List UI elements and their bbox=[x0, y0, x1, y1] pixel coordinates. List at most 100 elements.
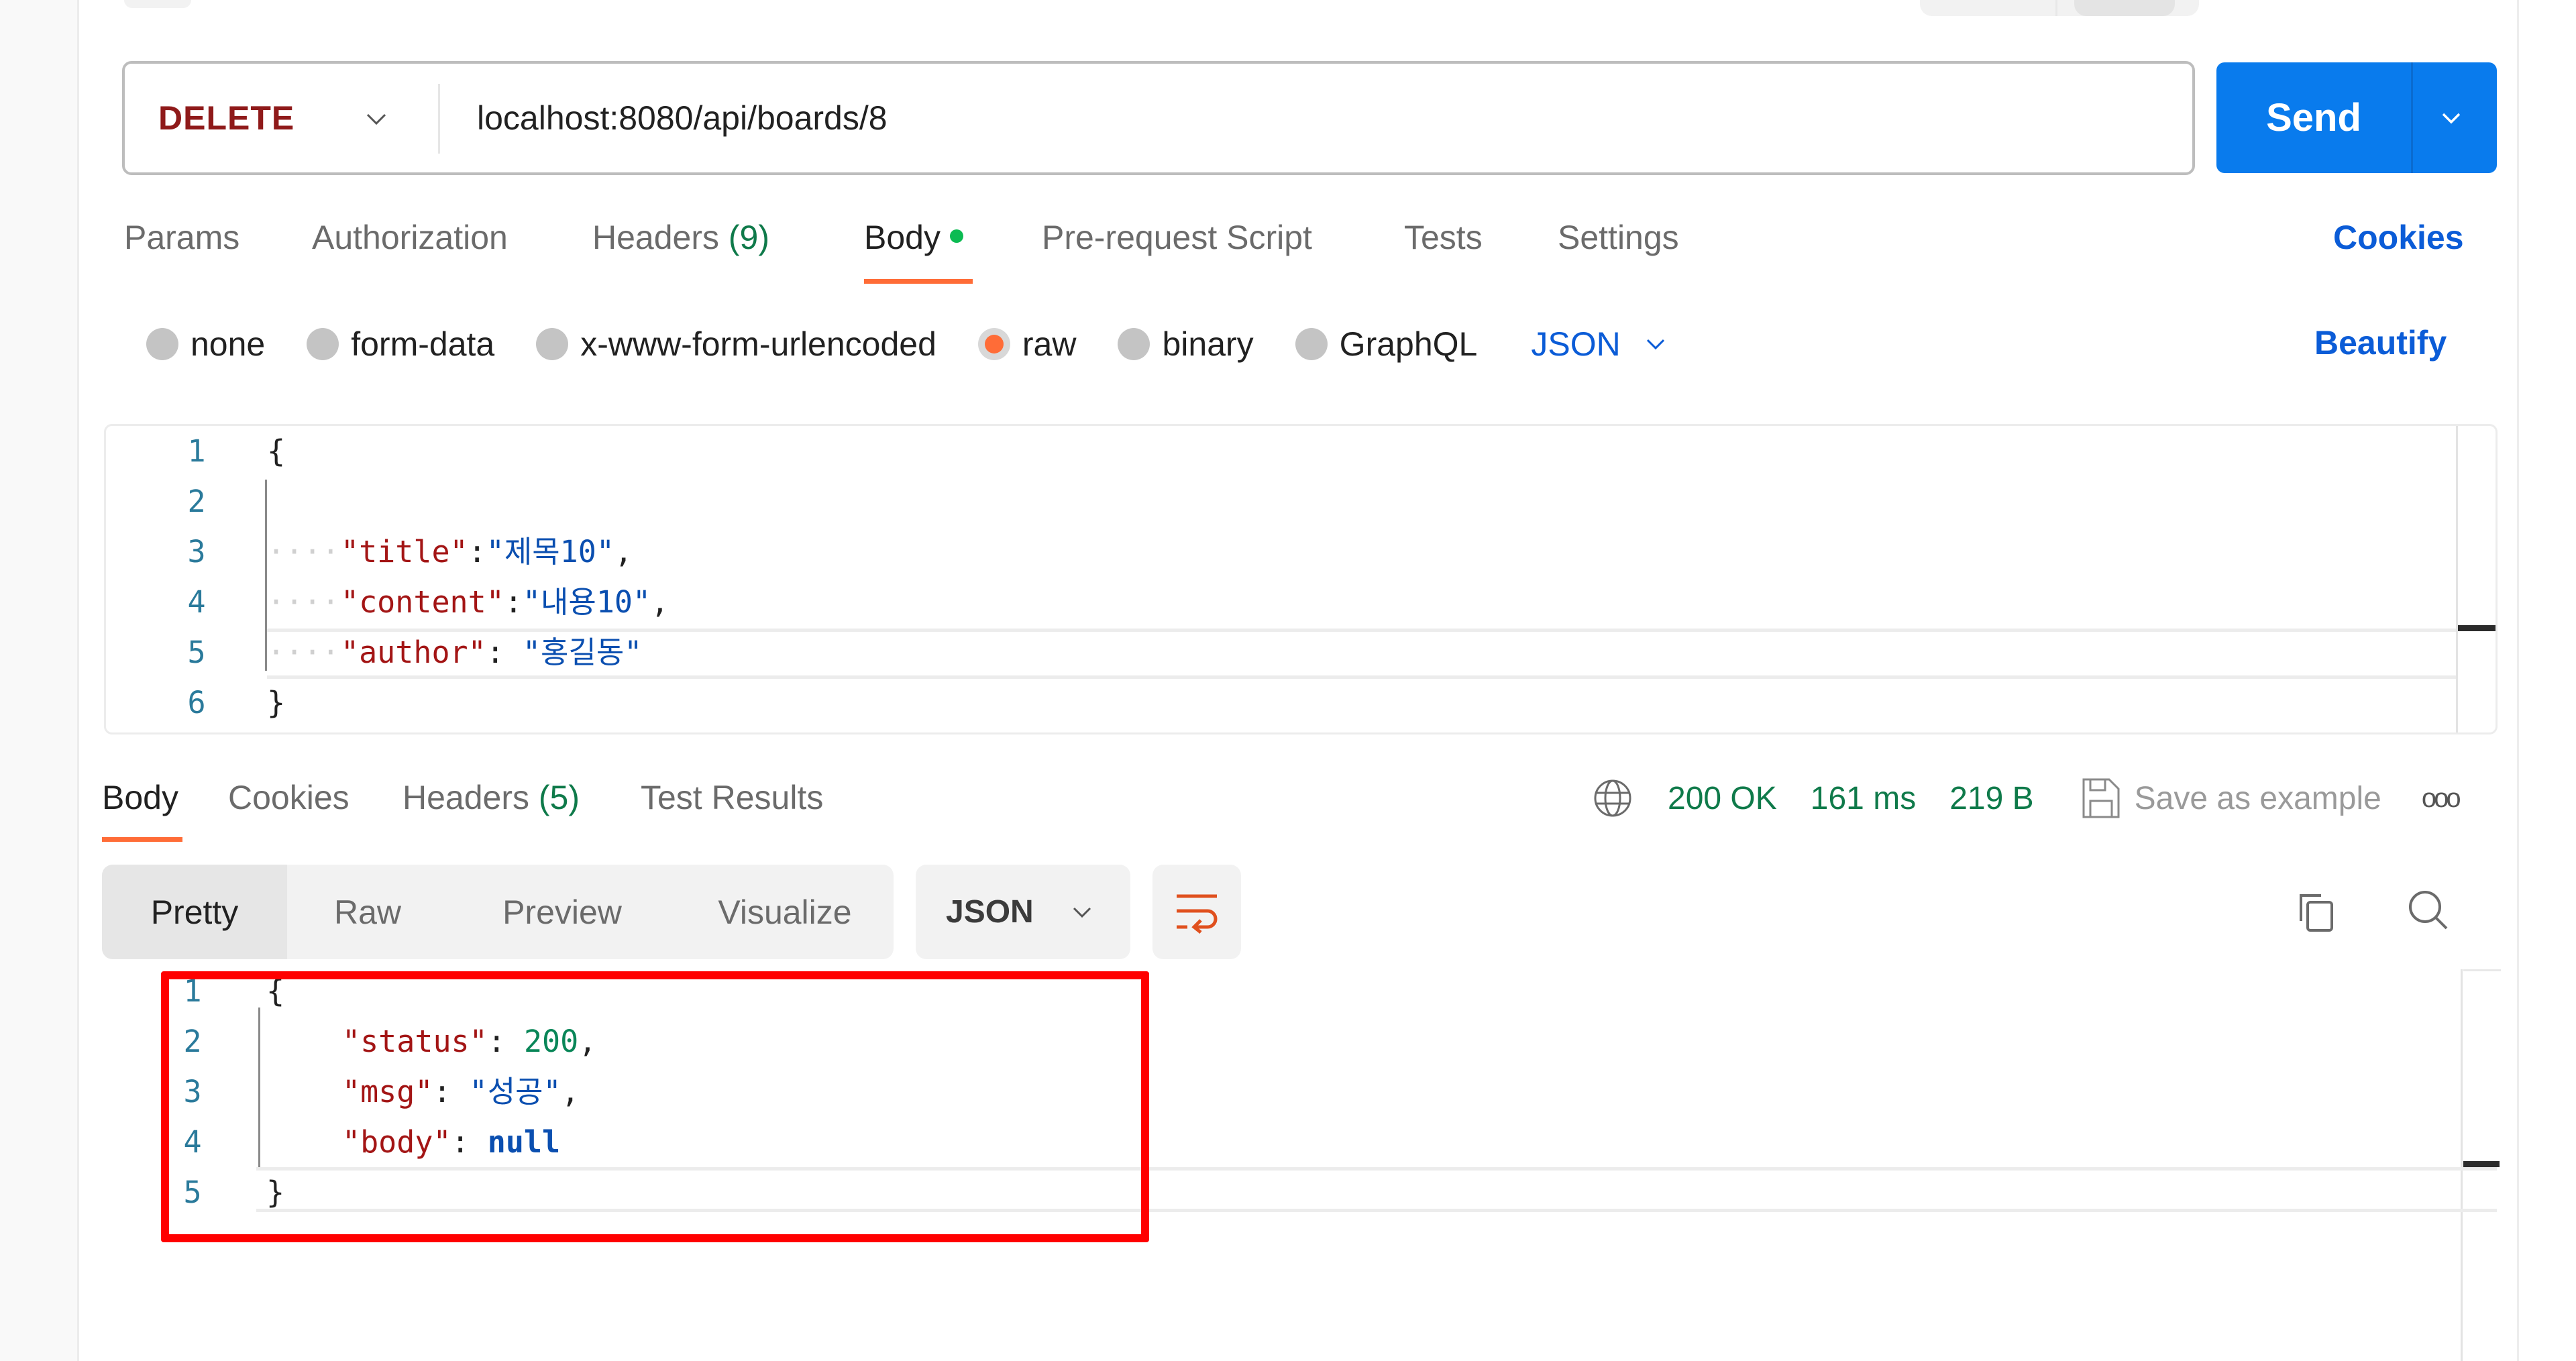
tab-tests[interactable]: Tests bbox=[1404, 218, 1483, 257]
line-number: 2 bbox=[187, 484, 206, 519]
radio-raw[interactable]: raw bbox=[977, 325, 1077, 364]
view-mode-pretty[interactable]: Pretty bbox=[102, 865, 287, 959]
tab-authorization[interactable]: Authorization bbox=[312, 218, 508, 257]
chevron-down-icon[interactable] bbox=[360, 103, 393, 136]
radio-form-data[interactable]: form-data bbox=[307, 325, 494, 364]
beautify-button[interactable]: Beautify bbox=[2314, 323, 2447, 362]
tab-pre-request-script[interactable]: Pre-request Script bbox=[1042, 218, 1312, 257]
url-input[interactable]: localhost:8080/api/boards/8 bbox=[477, 64, 888, 172]
top-toolbar-button[interactable] bbox=[124, 0, 191, 8]
radio-none[interactable]: none bbox=[146, 325, 265, 364]
headers-count: (5) bbox=[538, 779, 580, 816]
radio-button[interactable] bbox=[307, 328, 339, 360]
tab-headers[interactable]: Headers (9) bbox=[592, 218, 769, 257]
request-body-editor[interactable]: 1 {2 3 ···· "title":"제목10", 4 ···· "content":"내… bbox=[104, 424, 2498, 734]
format-label: JSON bbox=[946, 894, 1034, 930]
radio-binary[interactable]: binary bbox=[1118, 325, 1254, 364]
line-number: 2 bbox=[183, 1024, 202, 1059]
view-mode-segment: Pretty Raw Preview Visualize bbox=[102, 865, 894, 959]
view-mode-preview[interactable]: Preview bbox=[448, 865, 676, 959]
line-number: 1 bbox=[187, 433, 206, 469]
response-tab-cookies[interactable]: Cookies bbox=[228, 778, 350, 817]
response-tab-body[interactable]: Body bbox=[102, 778, 178, 817]
active-tab-underline bbox=[102, 837, 182, 842]
status-code[interactable]: 200 OK bbox=[1668, 780, 1777, 817]
radio-x-www-form-urlencoded[interactable]: x-www-form-urlencoded bbox=[536, 325, 936, 364]
tab-label: Headers bbox=[402, 779, 529, 816]
line-number: 6 bbox=[187, 685, 206, 720]
url-divider bbox=[438, 84, 440, 154]
body-type-radio-group: none form-data x-www-form-urlencoded raw… bbox=[146, 321, 1670, 368]
line-number: 4 bbox=[187, 584, 206, 620]
globe-icon[interactable] bbox=[1591, 777, 1634, 820]
radio-label: form-data bbox=[351, 325, 495, 363]
line-content: "status": 200, bbox=[342, 1016, 596, 1067]
json-separator: : bbox=[451, 1124, 488, 1160]
line-content: ···· "content":"내용10", bbox=[267, 577, 669, 627]
more-options-icon[interactable]: ooo bbox=[2422, 783, 2461, 814]
cookies-link[interactable]: Cookies bbox=[2333, 218, 2464, 257]
line-number: 4 bbox=[183, 1124, 202, 1160]
headers-count: (9) bbox=[728, 219, 770, 256]
wrap-lines-button[interactable] bbox=[1152, 865, 1241, 959]
right-panel-divider bbox=[2517, 0, 2519, 1361]
scrollbar-thumb[interactable] bbox=[2463, 1161, 2500, 1167]
response-time[interactable]: 161 ms bbox=[1811, 780, 1916, 817]
tab-label: Body bbox=[102, 779, 178, 816]
radio-label: x-www-form-urlencoded bbox=[580, 325, 936, 363]
json-key: "body" bbox=[342, 1124, 451, 1160]
radio-button[interactable] bbox=[1118, 328, 1150, 360]
json-trailing: , bbox=[614, 534, 633, 569]
response-tab-headers[interactable]: Headers (5) bbox=[402, 778, 580, 817]
radio-label: raw bbox=[1022, 325, 1077, 363]
view-mode-visualize[interactable]: Visualize bbox=[676, 865, 894, 959]
line-number: 5 bbox=[187, 635, 206, 670]
top-toggle[interactable] bbox=[2074, 0, 2175, 16]
json-value: "제목10" bbox=[486, 534, 614, 569]
response-tab-test-results[interactable]: Test Results bbox=[641, 778, 823, 817]
method-select[interactable]: DELETE bbox=[158, 64, 294, 172]
tab-settings[interactable]: Settings bbox=[1558, 218, 1679, 257]
save-as-example-button[interactable]: Save as example bbox=[2135, 780, 2381, 817]
radio-button[interactable] bbox=[1295, 328, 1328, 360]
tab-body[interactable]: Body bbox=[864, 218, 963, 257]
line-content: "msg": "성공", bbox=[342, 1067, 580, 1117]
radio-button[interactable] bbox=[536, 328, 569, 360]
view-mode-raw[interactable]: Raw bbox=[287, 865, 448, 959]
left-sidebar bbox=[0, 0, 79, 1361]
send-button[interactable]: Send bbox=[2216, 62, 2411, 173]
radio-graphql[interactable]: GraphQL bbox=[1295, 325, 1478, 364]
tab-label: Body bbox=[864, 219, 941, 256]
json-key: "status" bbox=[342, 1024, 488, 1059]
copy-icon[interactable] bbox=[2294, 889, 2341, 936]
radio-label: GraphQL bbox=[1339, 325, 1478, 363]
scrollbar-track[interactable] bbox=[2456, 426, 2458, 732]
line-number: 3 bbox=[187, 534, 206, 569]
json-value: 200 bbox=[523, 1024, 579, 1059]
raw-format-select[interactable]: JSON bbox=[1531, 325, 1670, 364]
json-key: "content" bbox=[341, 584, 504, 620]
line-content: { bbox=[266, 973, 285, 1009]
response-body-viewer[interactable]: 1 {2 "status": 200, 3 "msg": "성공", 4 "body": n… bbox=[102, 966, 2501, 1361]
response-format-select[interactable]: JSON bbox=[916, 865, 1130, 959]
json-value: "홍길동" bbox=[522, 635, 643, 670]
scrollbar-cap bbox=[2463, 969, 2501, 971]
line-content: "body": null bbox=[342, 1117, 560, 1167]
json-key: "msg" bbox=[342, 1074, 433, 1109]
radio-button[interactable] bbox=[146, 328, 178, 360]
tab-params[interactable]: Params bbox=[124, 218, 239, 257]
radio-button-selected[interactable] bbox=[977, 328, 1010, 360]
json-key: "author" bbox=[341, 635, 486, 670]
scrollbar-thumb[interactable] bbox=[2458, 625, 2496, 631]
json-key: "title" bbox=[341, 534, 468, 569]
search-icon[interactable] bbox=[2405, 887, 2452, 934]
chevron-down-icon[interactable] bbox=[2432, 99, 2470, 137]
response-size[interactable]: 219 B bbox=[1949, 780, 2033, 817]
line-number: 3 bbox=[183, 1074, 202, 1109]
line-content: ···· "title":"제목10", bbox=[267, 527, 633, 577]
send-button-group: Send bbox=[2216, 62, 2497, 173]
indent-guide bbox=[258, 1008, 260, 1167]
send-divider bbox=[2411, 62, 2413, 173]
line-content: { bbox=[267, 433, 286, 469]
scrollbar-track[interactable] bbox=[2461, 969, 2463, 1361]
